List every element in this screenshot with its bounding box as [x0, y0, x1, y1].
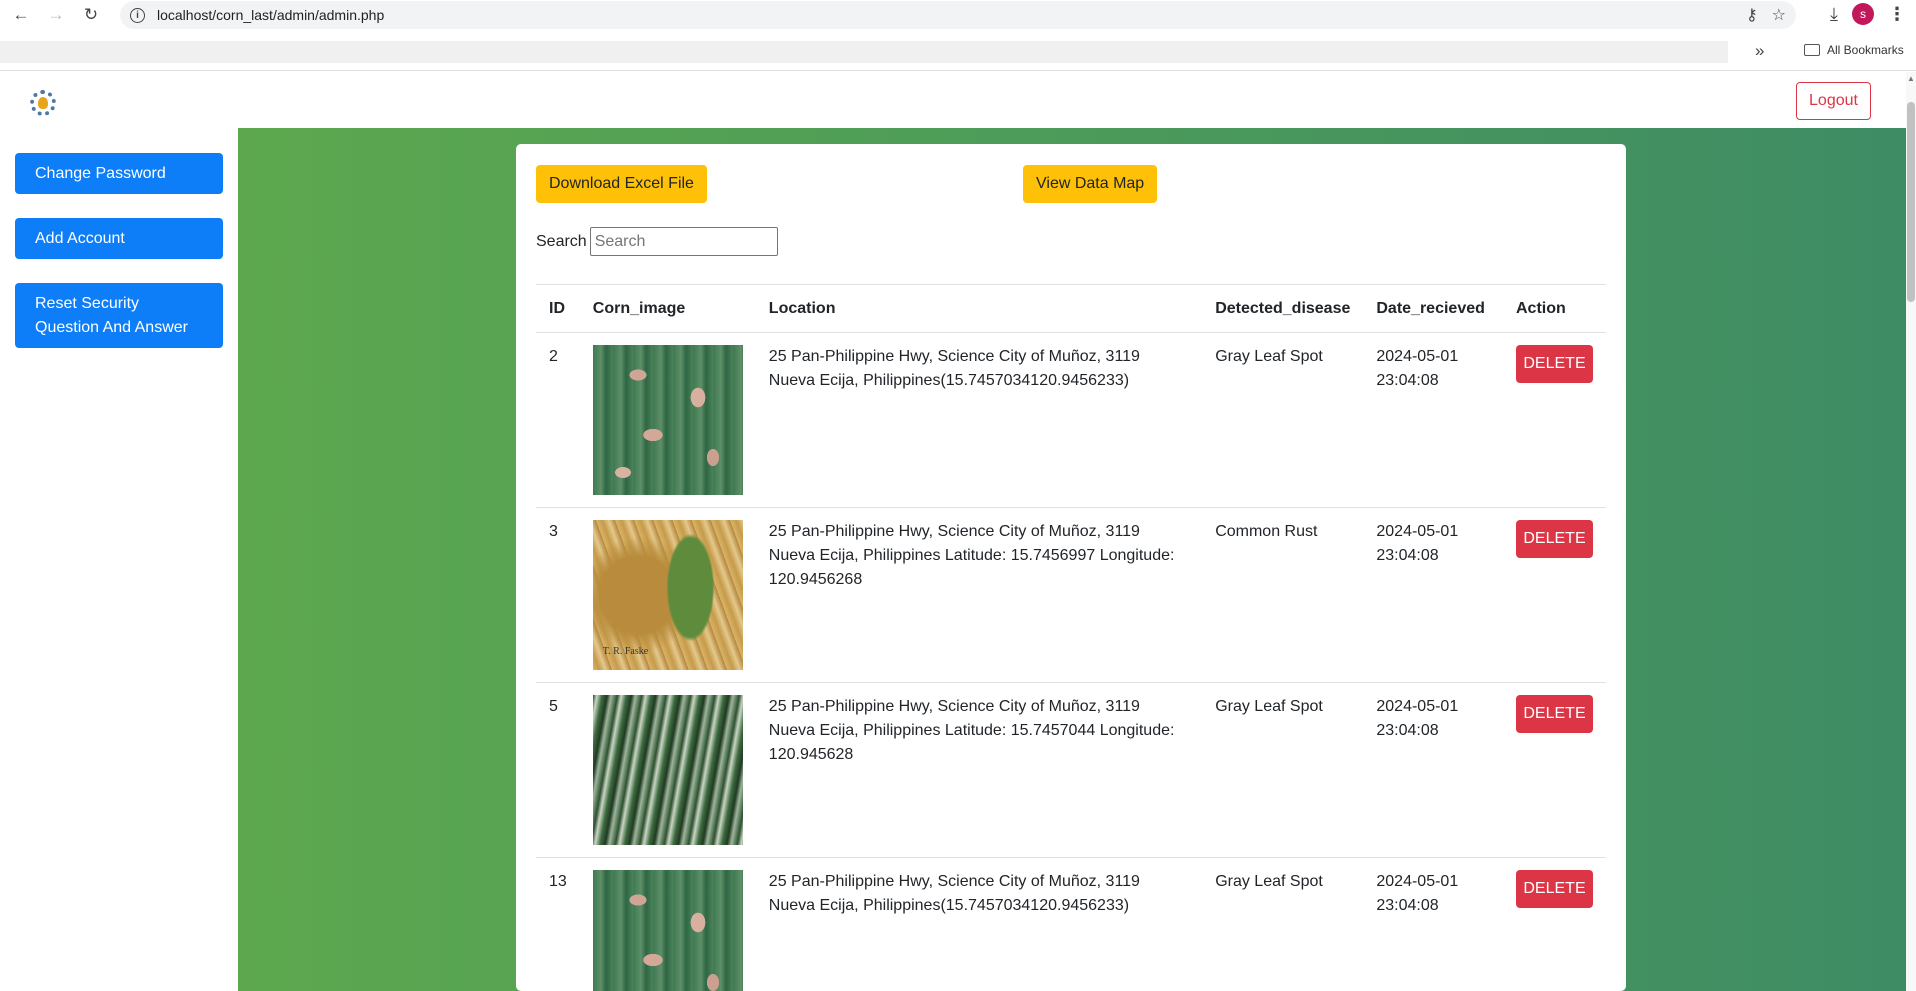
cell-date: 2024-05-01: [1376, 348, 1459, 365]
cell-id: 13: [536, 857, 580, 991]
cell-id: 3: [536, 507, 580, 683]
column-header-id: ID: [536, 284, 580, 333]
cell-time: 23:04:08: [1376, 372, 1439, 389]
cell-disease: Gray Leaf Spot: [1202, 332, 1364, 508]
table-row: 3 T. R. Faske 25 Pan-Philippine Hwy, Sci…: [536, 507, 1606, 683]
corn-image: [592, 870, 743, 991]
bookmark-star-icon[interactable]: ☆: [1772, 5, 1786, 25]
table-row: 2 25 Pan-Philippine Hwy, Science City of…: [536, 332, 1606, 508]
delete-button[interactable]: DELETE: [1516, 870, 1593, 908]
address-url[interactable]: localhost/corn_last/admin/admin.php: [157, 7, 384, 23]
cell-location: 25 Pan-Philippine Hwy, Science City of M…: [755, 682, 1203, 858]
column-header-action: Action: [1503, 284, 1606, 333]
sidebar: Change Password Add Account Reset Securi…: [0, 128, 238, 991]
cell-location: 25 Pan-Philippine Hwy, Science City of M…: [755, 857, 1203, 991]
search-row: Search: [536, 227, 778, 256]
column-header-location: Location: [755, 284, 1203, 333]
bookmarks-overflow-icon[interactable]: »: [1755, 41, 1764, 61]
menu-kebab-icon[interactable]: ⋮: [1888, 4, 1906, 25]
cell-id: 2: [536, 332, 580, 508]
table-header-row: ID Corn_image Location Detected_disease …: [536, 284, 1606, 333]
cell-disease: Common Rust: [1202, 507, 1364, 683]
delete-button[interactable]: DELETE: [1516, 345, 1593, 383]
corn-image: [592, 345, 743, 495]
delete-button[interactable]: DELETE: [1516, 520, 1593, 558]
forward-arrow-icon[interactable]: →: [42, 1, 70, 29]
address-bar[interactable]: i localhost/corn_last/admin/admin.php ⚷ …: [120, 1, 1796, 29]
bookmarks-bar: » All Bookmarks: [0, 37, 1916, 71]
browser-toolbar: ← → ↻ i localhost/corn_last/admin/admin.…: [0, 0, 1916, 30]
download-excel-button[interactable]: Download Excel File: [536, 165, 707, 203]
corn-image: [592, 695, 743, 845]
page: Logout Change Password Add Account Reset…: [0, 72, 1906, 991]
records-card: Download Excel File View Data Map Search…: [516, 144, 1626, 991]
cell-date: 2024-05-01: [1376, 523, 1459, 540]
reset-security-question-button[interactable]: Reset Security Question And Answer: [15, 283, 223, 348]
profile-avatar[interactable]: s: [1852, 3, 1874, 25]
corn-image: T. R. Faske: [592, 520, 743, 670]
cell-disease: Gray Leaf Spot: [1202, 682, 1364, 858]
folder-icon: [1804, 44, 1820, 56]
column-header-corn-image: Corn_image: [579, 284, 756, 333]
site-info-icon[interactable]: i: [130, 7, 145, 23]
view-data-map-button[interactable]: View Data Map: [1023, 165, 1158, 203]
search-label: Search: [536, 232, 587, 250]
bookmarks-strip: [0, 41, 1728, 63]
delete-button[interactable]: DELETE: [1516, 695, 1593, 733]
cell-date: 2024-05-01: [1376, 873, 1459, 890]
all-bookmarks-label: All Bookmarks: [1827, 43, 1904, 57]
all-bookmarks-button[interactable]: All Bookmarks: [1804, 43, 1904, 57]
scrollbar-thumb[interactable]: [1907, 102, 1915, 302]
logout-button[interactable]: Logout: [1796, 82, 1871, 120]
key-icon[interactable]: ⚷: [1746, 5, 1758, 25]
table-row: 5 25 Pan-Philippine Hwy, Science City of…: [536, 682, 1606, 858]
cell-time: 23:04:08: [1376, 547, 1439, 564]
column-header-detected-disease: Detected_disease: [1202, 284, 1364, 333]
image-credit: T. R. Faske: [602, 646, 649, 657]
page-scrollbar[interactable]: ▲: [1906, 72, 1916, 991]
cell-disease: Gray Leaf Spot: [1202, 857, 1364, 991]
cell-id: 5: [536, 682, 580, 858]
download-icon[interactable]: ⤓: [1830, 4, 1838, 25]
back-arrow-icon[interactable]: ←: [7, 1, 35, 29]
reload-icon[interactable]: ↻: [77, 1, 105, 29]
cell-location: 25 Pan-Philippine Hwy, Science City of M…: [755, 332, 1203, 508]
change-password-button[interactable]: Change Password: [15, 153, 223, 194]
table-row: 13 25 Pan-Philippine Hwy, Science City o…: [536, 857, 1606, 991]
records-table: ID Corn_image Location Detected_disease …: [536, 284, 1606, 991]
column-header-date-received: Date_recieved: [1363, 284, 1503, 333]
corn-logo-icon[interactable]: [30, 90, 56, 116]
cell-date: 2024-05-01: [1376, 698, 1459, 715]
search-input[interactable]: [589, 227, 778, 256]
cell-time: 23:04:08: [1376, 722, 1439, 739]
cell-location: 25 Pan-Philippine Hwy, Science City of M…: [755, 507, 1203, 683]
add-account-button[interactable]: Add Account: [15, 218, 223, 259]
cell-time: 23:04:08: [1376, 897, 1439, 914]
scroll-up-icon[interactable]: ▲: [1907, 74, 1915, 83]
